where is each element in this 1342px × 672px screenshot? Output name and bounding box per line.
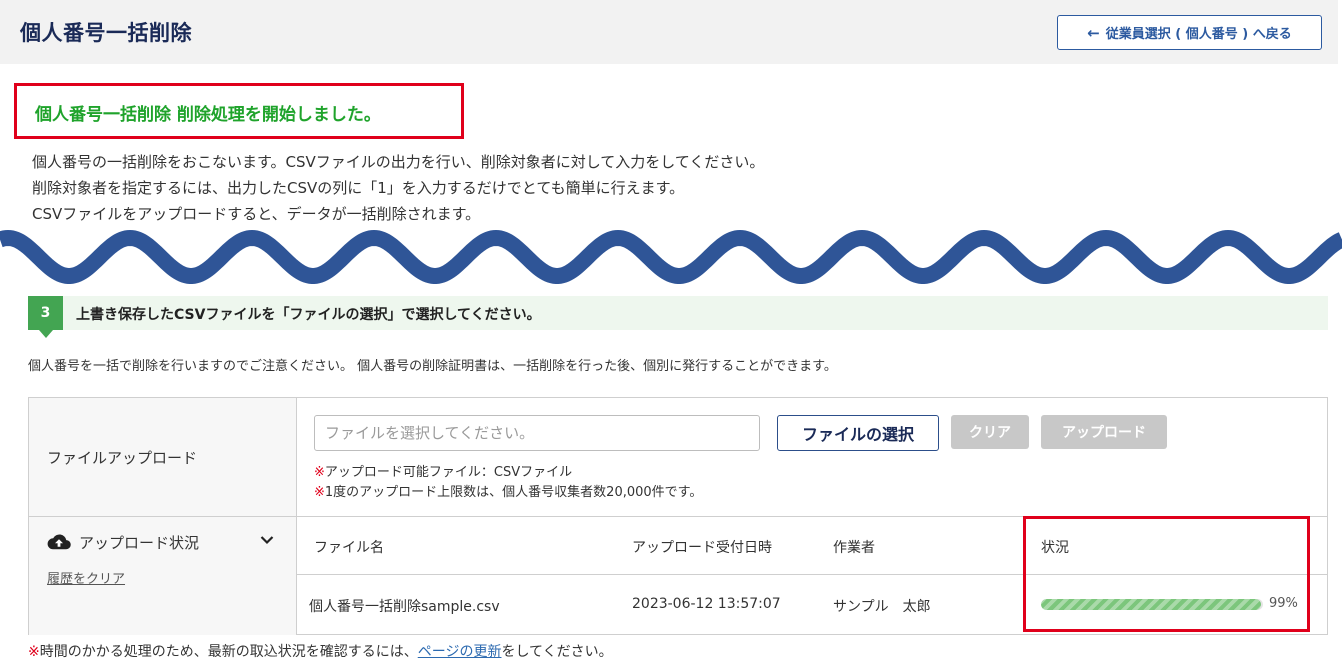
footer-note: ※時間のかかる処理のため、最新の取込状況を確認するには、ページの更新をしてくださ…	[28, 641, 613, 661]
column-header-operator: 作業者	[833, 540, 875, 556]
description-line-2: 削除対象者を指定するには、出力したCSVの列に「1」を入力するだけでとても簡単に…	[32, 179, 685, 197]
upload-status-table: ファイル名 アップロード受付日時 作業者 状況 個人番号一括削除sample.c…	[297, 517, 1328, 635]
footer-text-before: 時間のかかる処理のため、最新の取込状況を確認するには、	[39, 644, 418, 660]
upload-note-text: 1度のアップロード上限数は、個人番号収集者数20,000件です。	[324, 485, 703, 500]
page-title: 個人番号一括削除	[20, 21, 192, 45]
file-path-input[interactable]	[314, 415, 760, 451]
upload-table: ファイルアップロード ファイルの選択 クリア アップロード ※アップロード可能フ…	[28, 397, 1328, 635]
clear-history-link[interactable]: 履歴をクリア	[47, 568, 125, 587]
success-message-highlight: 個人番号一括削除 削除処理を開始しました。	[14, 83, 464, 139]
row-file-name: 個人番号一括削除sample.csv	[309, 599, 500, 615]
page-header: 個人番号一括削除 ← 従業員選択 ( 個人番号 ) へ戻る	[0, 0, 1338, 64]
page-refresh-link[interactable]: ページの更新	[418, 644, 502, 660]
wave-line	[0, 229, 1342, 284]
upload-status-title: アップロード状況	[79, 534, 200, 552]
note-mark: ※	[314, 465, 325, 480]
upload-progress-label: 99%	[1269, 596, 1298, 611]
cloud-upload-icon	[47, 534, 71, 550]
file-upload-label-cell: ファイルアップロード	[29, 398, 297, 517]
upload-note-1: ※アップロード可能ファイル：CSVファイル	[314, 461, 572, 480]
step-instruction: 上書き保存したCSVファイルを「ファイルの選択」で選択してください。	[76, 307, 541, 323]
clear-button[interactable]: クリア	[951, 415, 1029, 449]
upload-progress-fill	[1041, 599, 1261, 610]
status-table-header: ファイル名 アップロード受付日時 作業者 状況	[297, 517, 1328, 575]
column-header-received-at: アップロード受付日時	[632, 540, 772, 556]
column-header-status: 状況	[1041, 540, 1069, 556]
arrow-left-icon: ←	[1087, 23, 1100, 42]
chevron-down-icon[interactable]	[260, 535, 274, 545]
file-upload-label: ファイルアップロード	[47, 449, 198, 467]
file-upload-controls-cell: ファイルの選択 クリア アップロード ※アップロード可能ファイル：CSVファイル…	[297, 398, 1328, 517]
upload-button[interactable]: アップロード	[1041, 415, 1167, 449]
step-number-badge: 3	[28, 296, 63, 330]
row-operator: サンプル 太郎	[833, 599, 931, 615]
description-line-1: 個人番号の一括削除をおこないます。CSVファイルの出力を行い、削除対象者に対して…	[32, 153, 765, 171]
upload-note-text: アップロード可能ファイル：CSVファイル	[324, 465, 573, 480]
upload-note-2: ※1度のアップロード上限数は、個人番号収集者数20,000件です。	[314, 481, 702, 500]
deletion-notice: 個人番号を一括で削除を行いますのでご注意ください。 個人番号の削除証明書は、一括…	[28, 359, 837, 374]
select-file-button[interactable]: ファイルの選択	[777, 415, 939, 451]
back-to-employee-select-button[interactable]: ← 従業員選択 ( 個人番号 ) へ戻る	[1057, 15, 1322, 50]
back-button-label: 従業員選択 ( 個人番号 ) へ戻る	[1105, 27, 1292, 42]
note-mark: ※	[314, 485, 325, 500]
success-message: 個人番号一括削除 削除処理を開始しました。	[35, 105, 381, 125]
step-badge-tip	[39, 330, 53, 338]
row-received-at: 2023-06-12 13:57:07	[632, 596, 781, 612]
wave-break-divider	[0, 229, 1342, 284]
description-line-3: CSVファイルをアップロードすると、データが一括削除されます。	[32, 205, 481, 223]
footer-note-mark: ※	[28, 644, 40, 660]
column-header-file-name: ファイル名	[314, 540, 384, 556]
footer-text-after: をしてください。	[501, 644, 613, 660]
upload-status-cell: アップロード状況 履歴をクリア	[29, 517, 297, 635]
upload-progress-bar	[1041, 599, 1263, 610]
